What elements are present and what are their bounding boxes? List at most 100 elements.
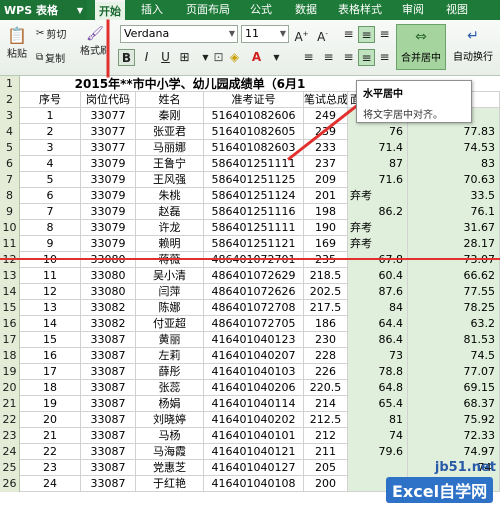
row-header[interactable]: 23	[0, 428, 20, 444]
cut-button[interactable]: ✂ 剪切	[36, 24, 66, 42]
table-cell[interactable]: 77.07	[408, 364, 500, 380]
table-row[interactable]: 19 17 33087 薛彤 416401040103 226 78.8 77.07	[0, 364, 500, 380]
table-cell[interactable]: 73	[348, 348, 408, 364]
table-cell[interactable]: 586401251121	[204, 236, 304, 252]
table-cell[interactable]: 王鲁宁	[136, 156, 204, 172]
table-cell[interactable]: 19	[20, 396, 81, 412]
table-cell[interactable]: 15	[20, 332, 81, 348]
wps-app-menu-button[interactable]: WPS 表格 ▼	[0, 0, 87, 20]
table-cell[interactable]: 71.4	[348, 140, 408, 156]
row-header[interactable]: 22	[0, 412, 20, 428]
table-cell[interactable]: 486401072629	[204, 268, 304, 284]
table-cell[interactable]: 33080	[81, 268, 136, 284]
table-cell[interactable]: 78.8	[348, 364, 408, 380]
table-cell[interactable]: 6	[20, 188, 81, 204]
table-cell[interactable]: 33079	[81, 156, 136, 172]
table-cell[interactable]: 4	[20, 156, 81, 172]
table-cell[interactable]: 230	[304, 332, 348, 348]
row-header[interactable]: 15	[0, 300, 20, 316]
table-cell[interactable]: 69.15	[408, 380, 500, 396]
table-cell[interactable]: 8	[20, 220, 81, 236]
table-cell[interactable]: 33080	[81, 284, 136, 300]
row-header[interactable]: 4	[0, 124, 20, 140]
align-top-icon[interactable]: ≡	[340, 26, 357, 43]
table-cell[interactable]: 薛彤	[136, 364, 204, 380]
table-cell[interactable]: 81	[348, 412, 408, 428]
table-cell[interactable]: 226	[304, 364, 348, 380]
row-header[interactable]: 16	[0, 316, 20, 332]
table-cell[interactable]: 33087	[81, 412, 136, 428]
table-cell[interactable]: 77.83	[408, 124, 500, 140]
table-cell[interactable]: 党惠芝	[136, 460, 204, 476]
table-cell[interactable]: 33087	[81, 348, 136, 364]
header-cell[interactable]: 准考证号	[204, 92, 304, 108]
table-cell[interactable]: 64.8	[348, 380, 408, 396]
header-cell[interactable]: 序号	[20, 92, 81, 108]
table-cell[interactable]: 付亚超	[136, 316, 204, 332]
table-cell[interactable]: 20	[20, 412, 81, 428]
row-header[interactable]: 14	[0, 284, 20, 300]
table-cell[interactable]: 9	[20, 236, 81, 252]
tab-page-layout[interactable]: 页面布局	[186, 0, 230, 20]
table-cell[interactable]: 81.53	[408, 332, 500, 348]
table-cell[interactable]: 87.6	[348, 284, 408, 300]
table-cell[interactable]: 33082	[81, 316, 136, 332]
row-header[interactable]: 12	[0, 252, 20, 268]
table-cell[interactable]: 13	[20, 300, 81, 316]
table-cell[interactable]: 33077	[81, 108, 136, 124]
table-cell[interactable]: 33079	[81, 172, 136, 188]
table-cell[interactable]: 张亚君	[136, 124, 204, 140]
table-cell[interactable]: 169	[304, 236, 348, 252]
table-cell[interactable]: 秦刚	[136, 108, 204, 124]
table-cell[interactable]: 14	[20, 316, 81, 332]
header-cell[interactable]: 笔试总成绩	[304, 92, 348, 108]
table-cell[interactable]: 1	[20, 108, 81, 124]
align-center-icon[interactable]: ≡	[358, 49, 375, 66]
row-header[interactable]: 20	[0, 380, 20, 396]
table-cell[interactable]: 209	[304, 172, 348, 188]
table-cell[interactable]: 杨娟	[136, 396, 204, 412]
table-cell[interactable]: 73.07	[408, 252, 500, 268]
row-header[interactable]: 13	[0, 268, 20, 284]
table-cell[interactable]: 516401082605	[204, 124, 304, 140]
align-middle-icon[interactable]: ≡	[320, 49, 337, 66]
table-cell[interactable]: 66.62	[408, 268, 500, 284]
table-cell[interactable]: 刘晓婷	[136, 412, 204, 428]
table-cell[interactable]: 486401072701	[204, 252, 304, 268]
table-cell[interactable]: 74	[348, 428, 408, 444]
table-cell[interactable]: 218.5	[304, 268, 348, 284]
table-cell[interactable]: 86.2	[348, 204, 408, 220]
table-cell[interactable]: 235	[304, 252, 348, 268]
tab-view[interactable]: 视图	[446, 0, 468, 20]
table-cell[interactable]: 7	[20, 204, 81, 220]
table-cell[interactable]: 220.5	[304, 380, 348, 396]
table-row[interactable]: 5 3 33077 马丽娜 516401082603 233 71.4 74.53	[0, 140, 500, 156]
format-painter-button[interactable]: 🖌 格式刷	[80, 26, 110, 66]
table-cell[interactable]: 33079	[81, 220, 136, 236]
table-cell[interactable]: 3	[20, 140, 81, 156]
table-cell[interactable]: 11	[20, 268, 81, 284]
table-cell[interactable]: 586401251124	[204, 188, 304, 204]
table-cell[interactable]: 陈娜	[136, 300, 204, 316]
row-header[interactable]: 9	[0, 204, 20, 220]
table-cell[interactable]: 416401040207	[204, 348, 304, 364]
table-cell[interactable]: 416401040103	[204, 364, 304, 380]
table-row[interactable]: 121033080蒋薇48640107270123567.873.07	[0, 252, 500, 268]
table-cell[interactable]: 416401040202	[204, 412, 304, 428]
row-header[interactable]: 24	[0, 444, 20, 460]
table-cell[interactable]: 86.4	[348, 332, 408, 348]
table-row[interactable]: 10 8 33079 许龙 586401251111 190 弃考 31.67	[0, 220, 500, 236]
table-cell[interactable]: 蒋薇	[136, 252, 204, 268]
row-header[interactable]: 7	[0, 172, 20, 188]
font-family-select[interactable]: Verdana ▼	[120, 25, 238, 43]
table-cell[interactable]: 31.67	[408, 220, 500, 236]
table-cell[interactable]: 416401040121	[204, 444, 304, 460]
table-cell[interactable]: 68.37	[408, 396, 500, 412]
table-cell[interactable]: 33077	[81, 140, 136, 156]
table-cell[interactable]: 217.5	[304, 300, 348, 316]
table-row[interactable]: 20 18 33087 张蕊 416401040206 220.5 64.8 69.15	[0, 380, 500, 396]
tab-formulas[interactable]: 公式	[250, 0, 272, 20]
sheet-title[interactable]: 2015年**市中小学、幼儿园成绩单（6月1	[20, 76, 360, 92]
table-cell[interactable]: 416401040101	[204, 428, 304, 444]
table-cell[interactable]: 33077	[81, 124, 136, 140]
